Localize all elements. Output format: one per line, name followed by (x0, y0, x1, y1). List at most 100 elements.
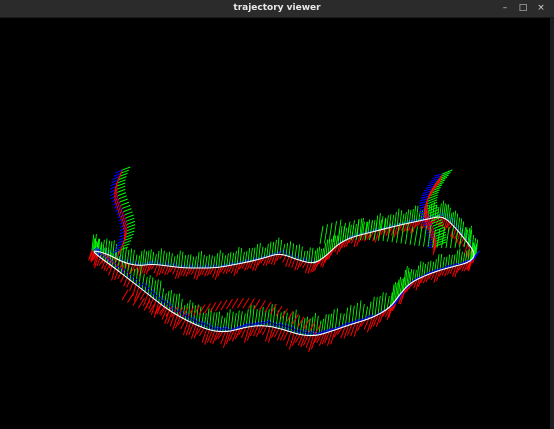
pose-axis-y (183, 255, 187, 269)
pose-axis-y (418, 225, 423, 247)
pose-axis-y (124, 248, 127, 263)
pose-axis-x (302, 261, 307, 269)
pose-axis-x (120, 275, 125, 283)
pose-axis-y (132, 268, 136, 283)
minimize-button[interactable]: – (496, 0, 514, 17)
pose-axis-y (126, 227, 136, 232)
pose-axis-x (121, 289, 129, 301)
pose-axis-y (156, 250, 160, 265)
pose-axis-x (310, 335, 317, 350)
pose-axis-y (281, 310, 285, 330)
minimize-icon: – (502, 3, 508, 13)
pose-axis-y (377, 295, 381, 315)
pose-axis-y (324, 224, 328, 244)
pose-axis-x (123, 277, 128, 287)
close-button[interactable]: × (532, 0, 550, 17)
pose-axis-x (198, 304, 206, 315)
window-edge (550, 18, 554, 429)
pose-axis-x (285, 331, 292, 346)
pose-axis-y (334, 308, 339, 330)
pose-axis-y (355, 219, 360, 241)
pose-axis-y (294, 244, 298, 259)
pose-axis-y (317, 246, 321, 262)
pose-axis-y (118, 195, 127, 200)
pose-axis-y (210, 255, 213, 269)
pose-axis-z (427, 183, 436, 187)
pose-axis-x (129, 282, 134, 291)
pose-axis-x (231, 298, 239, 309)
pose-axis-z (421, 193, 430, 197)
pose-axis-x (288, 257, 293, 268)
pose-axis-y (457, 248, 461, 266)
pose-axis-y (125, 233, 134, 238)
pose-axis-z (432, 175, 441, 180)
window-controls: – □ × (496, 0, 550, 17)
pose-axis-y (278, 312, 282, 329)
pose-axis-y (155, 279, 159, 301)
pose-axis-y (247, 248, 251, 263)
title-bar[interactable]: trajectory viewer – □ × (0, 0, 554, 18)
pose-axis-y (414, 226, 418, 246)
app-window: trajectory viewer – □ × (0, 0, 554, 429)
pose-axis-y (123, 208, 132, 213)
pose-axis-x (291, 258, 296, 268)
pose-axis-y (284, 312, 288, 331)
pose-axis-y (339, 225, 343, 243)
pose-axis-y (455, 213, 459, 229)
pose-axis-y (196, 252, 200, 269)
pose-axis-x (212, 267, 217, 278)
pose-axis-y (126, 249, 130, 264)
pose-axis-y (150, 277, 154, 297)
pose-axis-y (188, 254, 192, 269)
pose-axis-x (242, 297, 250, 309)
pose-axis-y (258, 243, 261, 260)
pose-axis-y (461, 221, 465, 236)
3d-viewport[interactable] (0, 18, 550, 429)
pose-axis-y (178, 250, 181, 268)
pose-axis-x (161, 308, 168, 320)
pose-axis-y (291, 243, 295, 258)
pose-axis-y (448, 207, 451, 222)
pose-axis-y (117, 188, 126, 193)
pose-axis-y (126, 230, 135, 235)
pose-axis-y (166, 290, 170, 309)
trajectory-canvas[interactable] (0, 18, 550, 429)
pose-axis-y (206, 308, 210, 330)
pose-axis-y (285, 242, 289, 256)
pose-axis-y (331, 235, 335, 251)
pose-axis-y (310, 247, 314, 264)
pose-axis-y (171, 293, 175, 313)
pose-axis-y (122, 204, 131, 209)
pose-axis-y (226, 253, 229, 267)
pose-axis-x (282, 255, 287, 263)
pose-axis-y (119, 198, 128, 203)
pose-axis-y (135, 267, 139, 285)
pose-axis-x (172, 266, 177, 275)
pose-axis-y (132, 249, 135, 265)
pose-axis-x (285, 256, 290, 267)
pose-axis-y (325, 239, 329, 257)
pose-axis-y (117, 179, 126, 184)
pose-axis-y (120, 201, 130, 206)
pose-axis-x (127, 292, 134, 304)
pose-axis-x (253, 298, 261, 310)
pose-axis-z (423, 188, 433, 192)
pose-axis-x (180, 319, 186, 330)
pose-axis-x (237, 297, 244, 309)
pose-axis-z (419, 198, 429, 202)
pose-axis-y (147, 275, 151, 295)
maximize-button[interactable]: □ (514, 0, 532, 17)
pose-axes-group (88, 166, 481, 353)
pose-axis-y (380, 292, 384, 314)
pose-axis-y (457, 217, 461, 232)
pose-axis-y (386, 215, 389, 229)
pose-axis-y (186, 254, 189, 269)
pose-axis-y (300, 246, 303, 261)
pose-axis-y (443, 203, 446, 218)
pose-axis-y (288, 241, 292, 257)
pose-axis-x (464, 243, 469, 254)
pose-axis-x (248, 298, 255, 309)
pose-axis-y (126, 217, 135, 222)
pose-axis-y (158, 280, 162, 303)
pose-axis-x (220, 299, 228, 311)
